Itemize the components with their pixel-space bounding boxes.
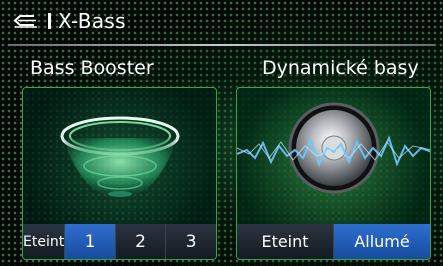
title-separator — [48, 13, 51, 29]
speaker-wave-icon — [237, 102, 430, 194]
speaker-cone-icon — [60, 116, 180, 198]
back-arrow-icon[interactable] — [12, 12, 40, 30]
bass-booster-title: Bass Booster — [30, 57, 154, 79]
title-bar: X-Bass — [0, 0, 443, 44]
bass-booster-level-1-button[interactable]: 1 — [64, 224, 115, 259]
x-bass-screen: X-Bass Bass Booster Eteint 1 2 3 Dynamic… — [0, 0, 443, 266]
bass-booster-level-2-button[interactable]: 2 — [114, 224, 166, 259]
header-divider — [8, 44, 435, 46]
dynamic-bass-off-button[interactable]: Eteint — [237, 224, 333, 259]
dynamic-bass-title: Dynamické basy — [262, 57, 419, 79]
bass-booster-panel: Eteint 1 2 3 — [22, 87, 217, 260]
dynamic-bass-panel: Eteint Allumé — [236, 87, 431, 260]
bass-booster-selector: Eteint 1 2 3 — [23, 224, 216, 259]
page-title: X-Bass — [58, 9, 126, 33]
bass-booster-off-button[interactable]: Eteint — [23, 224, 65, 259]
dynamic-bass-selector: Eteint Allumé — [237, 224, 430, 259]
bass-booster-level-3-button[interactable]: 3 — [165, 224, 216, 259]
dynamic-bass-on-button[interactable]: Allumé — [333, 224, 430, 259]
